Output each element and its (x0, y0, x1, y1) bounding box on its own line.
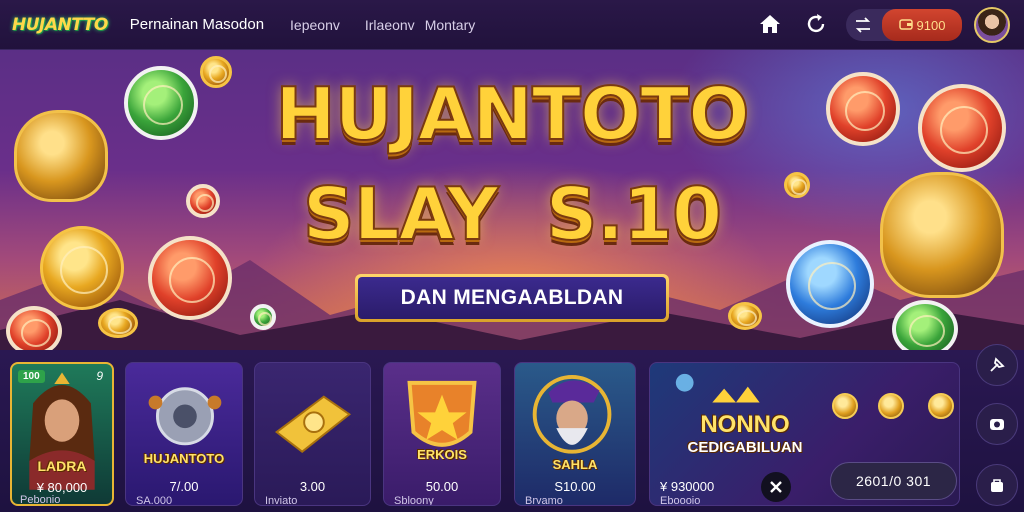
refresh-icon[interactable] (803, 11, 829, 37)
game-card-2[interactable]: HUJANTOTO 7/.00 SA.000 (125, 362, 243, 506)
featured-subtitle: CEDIGABILUAN (687, 439, 803, 456)
top-nav-bar: HUJANTTO Pernainan Masodon Iepeonv Irlae… (0, 0, 1024, 50)
game-price: S10.00 (554, 479, 596, 494)
gold-coin-icon (832, 393, 858, 419)
wallet-balance: 9100 (916, 17, 946, 33)
game-card-4[interactable]: ERKOIS 50.00 Sbloony (383, 362, 501, 506)
gold-coin-right-tilted (728, 302, 762, 330)
wallet-icon (898, 18, 913, 33)
hero-banner[interactable]: HUJANTOTO SLAY S.10 DAN MENGAABLDAN (0, 50, 1024, 350)
game-card-1[interactable]: 100 9 LADRA ¥ 80,000 Pebonio (10, 362, 114, 506)
game-name: SAHLA (552, 457, 598, 472)
hero-subtitle-button[interactable]: DAN MENGAABLDAN (355, 274, 669, 322)
pink-chip (6, 306, 62, 350)
game-meta: Eboooio (660, 495, 701, 506)
hero-title-line2: SLAY S.10 (302, 172, 723, 256)
game-meta: Sbloony (394, 495, 434, 506)
game-price: ¥ 930000 (660, 479, 715, 494)
game-card-5[interactable]: SAHLA S10.00 Brvamo (514, 362, 636, 506)
game-price: 50.00 (425, 479, 459, 494)
swap-icon[interactable] (846, 17, 880, 33)
user-avatar[interactable] (974, 7, 1010, 43)
gold-coin-icon (878, 393, 904, 419)
hero-title-line1: HUJANTOTO (274, 72, 750, 156)
game-card-badge-number: 9 (96, 369, 103, 383)
green-chip-small (250, 304, 276, 330)
bag-icon[interactable] (976, 464, 1018, 506)
brand-logo[interactable]: HUJANTTO (12, 15, 108, 35)
hero-subtitle: DAN MENGAABLDAN (358, 277, 666, 319)
game-card-3[interactable]: 3.00 Inviato (254, 362, 371, 506)
nav-link-3[interactable]: Montary (425, 17, 476, 33)
nav-link-1[interactable]: Iepeonv (290, 17, 340, 33)
page-counter: 2601/0 301 (830, 462, 957, 500)
game-meta: SA.000 (136, 495, 173, 506)
game-name: ERKOIS (417, 447, 467, 462)
green-coin-right (892, 300, 958, 350)
gold-coin-tilted (98, 308, 138, 338)
featured-title: NONNO (700, 411, 790, 438)
game-meta: Inviato (265, 495, 298, 506)
game-name: HUJANTOTO (143, 451, 225, 466)
home-icon[interactable] (757, 11, 783, 37)
game-meta: Brvamo (525, 495, 563, 506)
game-meta: Pebonio (20, 494, 61, 506)
camera-icon[interactable] (976, 403, 1018, 445)
wallet-widget[interactable]: 9100 (846, 9, 962, 41)
game-price: 7/.00 (169, 479, 199, 494)
close-icon[interactable] (761, 472, 791, 502)
game-card-badge: 100 (18, 370, 45, 383)
game-price: 3.00 (299, 479, 326, 494)
nav-main-link[interactable]: Pernainan Masodon (130, 16, 264, 33)
gold-coin-icon (928, 393, 954, 419)
nav-link-2[interactable]: Irlaeonv (365, 17, 415, 33)
pin-icon[interactable] (976, 344, 1018, 386)
wallet-balance-button[interactable]: 9100 (882, 9, 962, 41)
game-price: ¥ 80,000 (36, 480, 88, 495)
game-name: LADRA (37, 458, 87, 474)
